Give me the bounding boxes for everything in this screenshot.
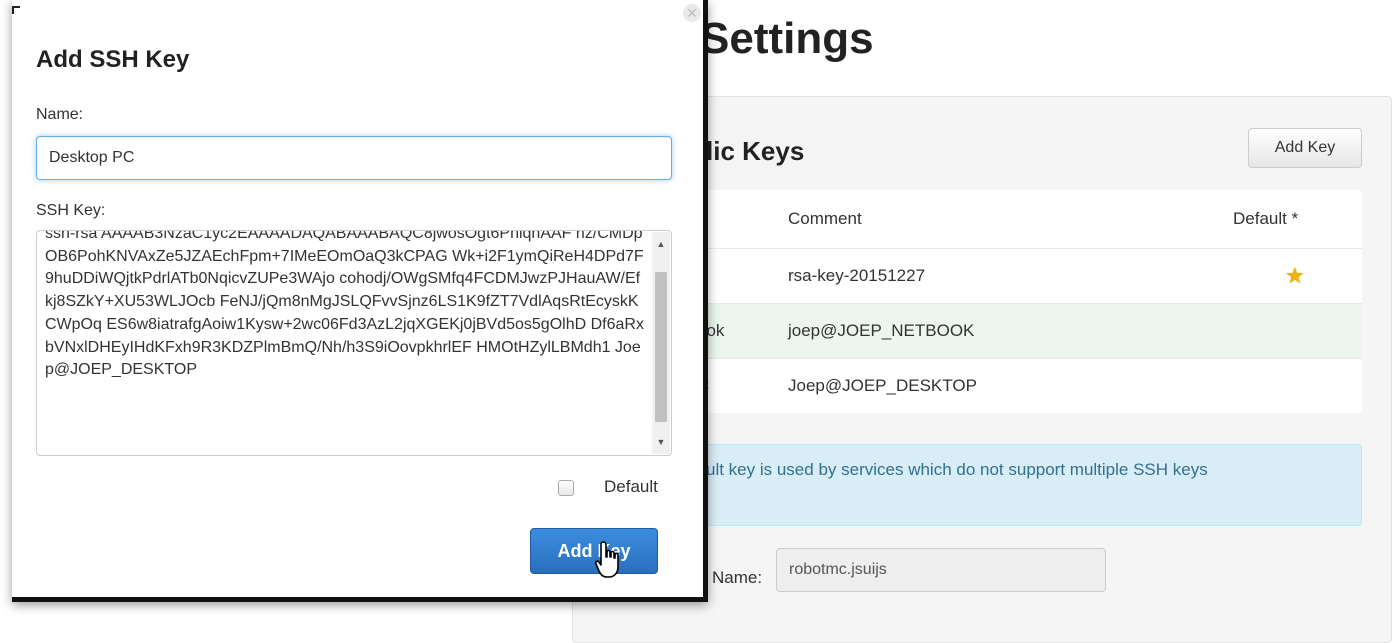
key-comment: joep@JOEP_NETBOOK [788, 321, 975, 340]
star-icon[interactable]: ★ [1285, 263, 1305, 289]
column-header-default: Default * [1233, 209, 1299, 228]
scroll-down-arrow-icon[interactable]: ▼ [652, 434, 670, 450]
key-comment: Joep@JOEP_DESKTOP [788, 376, 977, 395]
ssh-key-textarea[interactable]: ssh-rsa AAAAB3NzaC1yc2EAAAADAQABAAABAQC8… [36, 230, 672, 456]
info-alert-text: ult key is used by services which do not… [706, 460, 1208, 479]
default-checkbox-label: Default [604, 477, 658, 496]
modal-corner-mark [12, 6, 20, 14]
modal-title: Add SSH Key [36, 46, 190, 73]
name-label: Name: [36, 106, 84, 123]
panel-heading: lic Keys [706, 136, 805, 166]
name-input[interactable] [36, 136, 672, 180]
key-comment: rsa-key-20151227 [788, 266, 926, 285]
close-icon[interactable]: ✕ [683, 4, 701, 22]
scroll-up-arrow-icon[interactable]: ▲ [652, 236, 670, 252]
hand-pointer-icon [594, 541, 619, 578]
textarea-scrollbar[interactable]: ▲ ▼ [652, 232, 670, 454]
column-header-comment: Comment [788, 209, 862, 228]
scroll-thumb[interactable] [655, 272, 667, 422]
default-checkbox[interactable] [558, 480, 574, 496]
ssh-key-text: ssh-rsa AAAAB3NzaC1yc2EAAAADAQABAAABAQC8… [45, 230, 644, 379]
username-field: robotmc.jsuijs [776, 548, 1106, 592]
page-title: Settings [700, 14, 874, 63]
username-label: Name: [712, 568, 763, 587]
ssh-key-label: SSH Key: [36, 202, 106, 219]
add-key-button[interactable]: Add Key [1248, 128, 1362, 168]
